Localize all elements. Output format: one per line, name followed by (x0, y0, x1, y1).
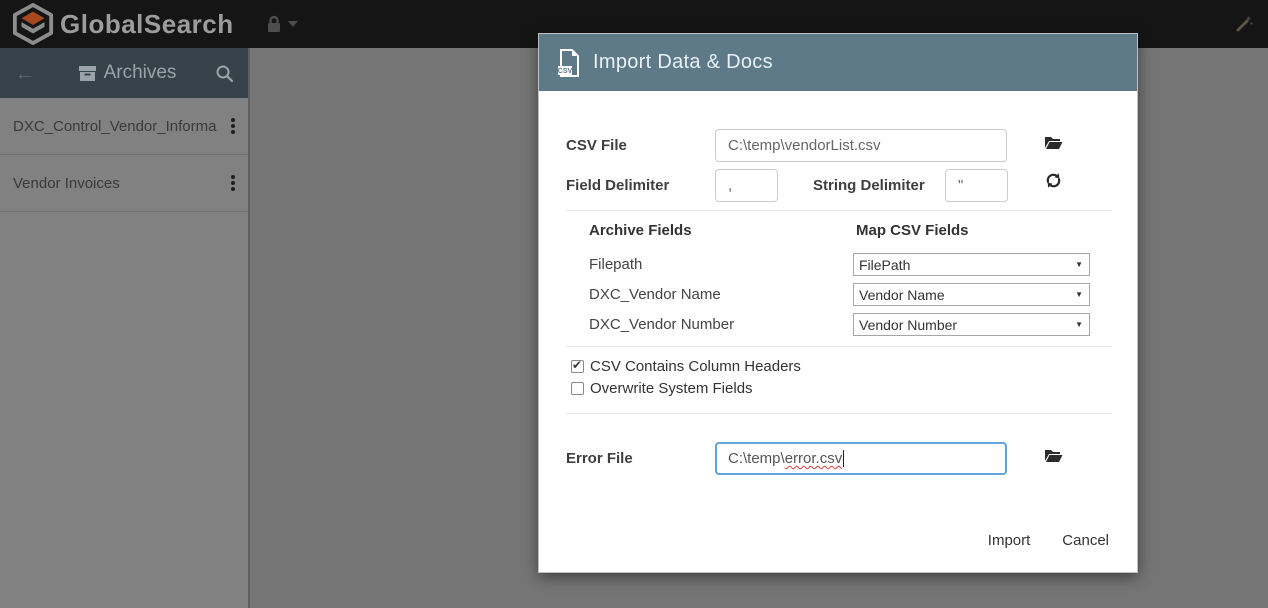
chevron-down-icon (288, 21, 298, 27)
search-icon[interactable] (215, 64, 234, 83)
sidebar-header: Archives (0, 48, 248, 98)
dialog-header: CSV Import Data & Docs (539, 34, 1137, 91)
map-field-select-vendor-number[interactable]: Vendor Number (853, 313, 1090, 336)
import-button[interactable]: Import (988, 532, 1031, 549)
error-file-path-text: C:\temp\ (728, 450, 785, 467)
dialog-actions: Import Cancel (988, 532, 1109, 549)
archive-box-icon (79, 66, 96, 81)
cancel-button[interactable]: Cancel (1062, 532, 1109, 549)
map-csv-fields-header: Map CSV Fields (856, 222, 969, 239)
error-file-label: Error File (566, 450, 633, 467)
globalsearch-logo-icon (12, 3, 54, 45)
string-delimiter-input[interactable] (945, 169, 1008, 202)
import-data-docs-dialog: CSV Import Data & Docs CSV File Field De… (538, 33, 1138, 573)
sidebar-item-dxc-control-vendor-information[interactable]: DXC_Control_Vendor_Informa... (0, 98, 248, 155)
error-file-name-text: error.csv (785, 450, 843, 467)
sidebar-title: Archives (104, 62, 177, 84)
text-cursor (843, 450, 844, 467)
archive-field-filepath: Filepath (589, 256, 642, 273)
divider (566, 346, 1112, 347)
field-delimiter-input[interactable] (715, 169, 778, 202)
kebab-menu-icon[interactable] (218, 169, 248, 197)
divider (566, 413, 1112, 414)
csv-file-icon: CSV (557, 49, 581, 77)
select-caret-icon (1075, 260, 1089, 269)
csv-file-input[interactable] (715, 129, 1007, 162)
map-field-select-vendor-name[interactable]: Vendor Name (853, 283, 1090, 306)
divider (566, 210, 1112, 211)
string-delimiter-label: String Delimiter (813, 177, 925, 194)
sidebar-item-label: DXC_Control_Vendor_Informa... (13, 118, 218, 135)
back-arrow-icon[interactable] (14, 62, 40, 84)
sidebar-item-label: Vendor Invoices (13, 175, 218, 192)
csv-file-browse-button[interactable] (1044, 135, 1063, 153)
overwrite-system-fields-label: Overwrite System Fields (590, 380, 753, 397)
dialog-title: Import Data & Docs (593, 51, 773, 74)
dialog-body: CSV File Field Delimiter String Delimite… (539, 91, 1137, 572)
lock-icon (264, 14, 284, 34)
map-field-select-filepath[interactable]: FilePath (853, 253, 1090, 276)
csv-contains-headers-label: CSV Contains Column Headers (590, 358, 801, 375)
archive-fields-header: Archive Fields (589, 222, 692, 239)
app-name: GlobalSearch (60, 9, 234, 40)
kebab-menu-icon[interactable] (218, 112, 248, 140)
refresh-fields-button[interactable] (1045, 172, 1062, 192)
sidebar: Archives DXC_Control_Vendor_Informa... V… (0, 48, 250, 608)
error-file-browse-button[interactable] (1044, 448, 1063, 466)
csv-file-label: CSV File (566, 137, 627, 154)
magic-wand-icon (1234, 14, 1254, 34)
open-folder-icon (1044, 135, 1063, 150)
lock-menu[interactable] (264, 14, 298, 34)
archive-field-vendor-number: DXC_Vendor Number (589, 316, 734, 333)
archive-field-vendor-name: DXC_Vendor Name (589, 286, 721, 303)
sidebar-item-vendor-invoices[interactable]: Vendor Invoices (0, 155, 248, 212)
svg-text:CSV: CSV (558, 68, 573, 75)
field-delimiter-label: Field Delimiter (566, 177, 669, 194)
magic-wand-button[interactable] (1234, 14, 1254, 39)
error-file-input[interactable]: C:\temp\ error.csv (715, 442, 1007, 475)
refresh-icon (1045, 172, 1062, 189)
select-caret-icon (1075, 320, 1089, 329)
select-caret-icon (1075, 290, 1089, 299)
overwrite-system-fields-checkbox[interactable] (571, 382, 584, 395)
app-logo: GlobalSearch (12, 3, 234, 45)
open-folder-icon (1044, 448, 1063, 463)
csv-contains-headers-checkbox[interactable] (571, 360, 584, 373)
